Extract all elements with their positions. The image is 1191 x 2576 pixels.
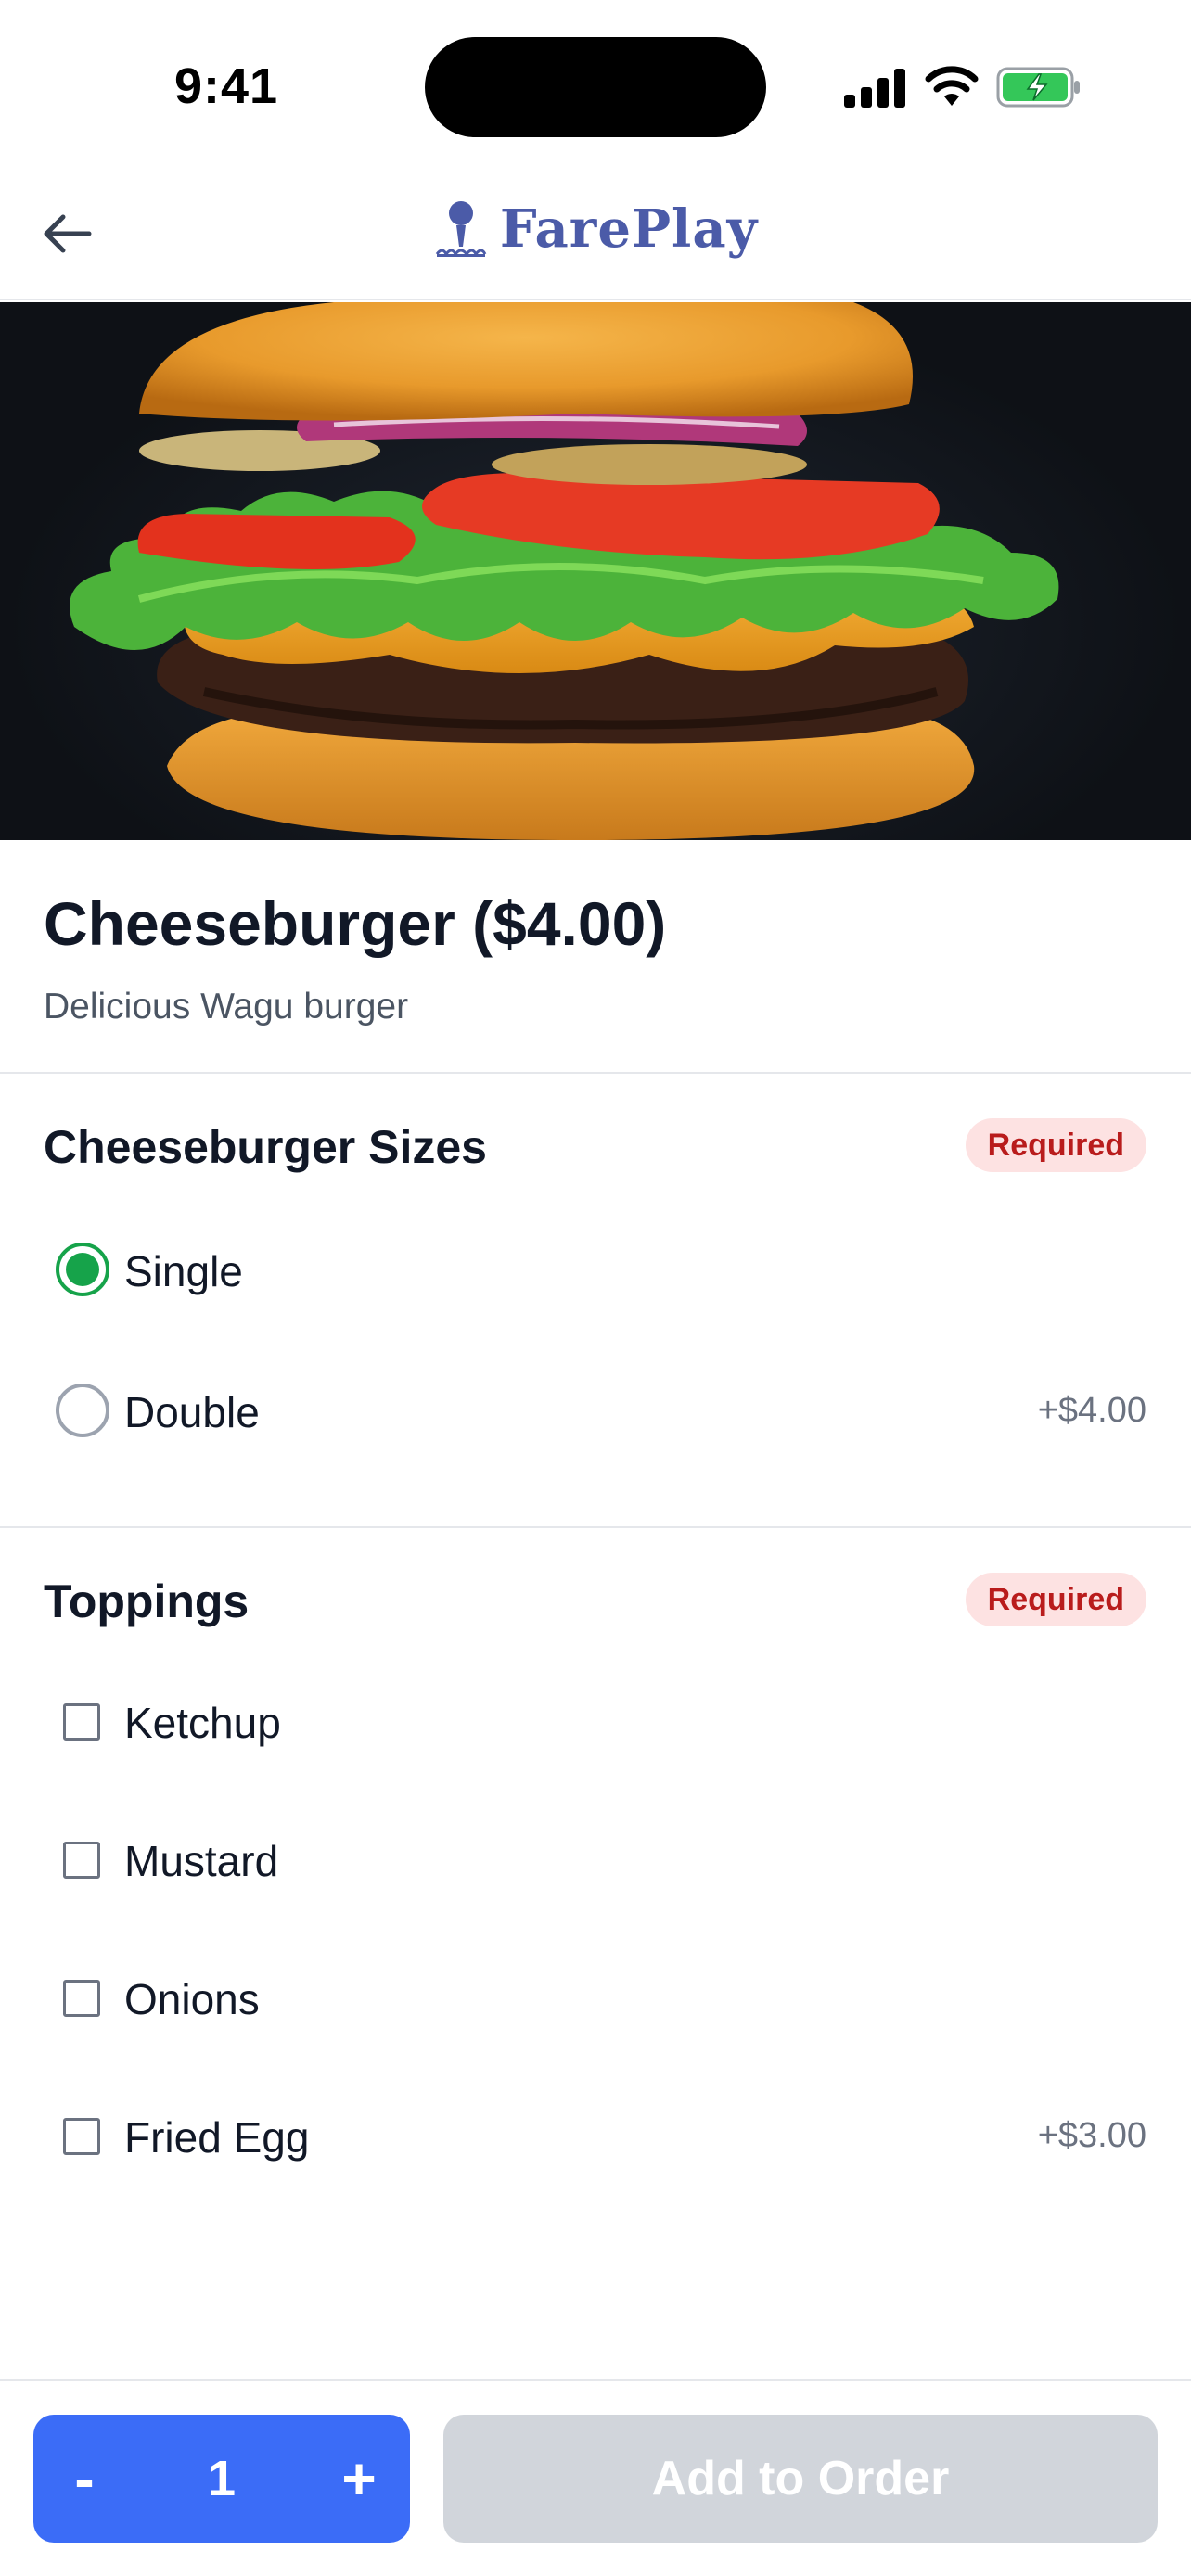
status-bar: 9:41	[0, 0, 1191, 167]
radio-button-selected[interactable]	[56, 1243, 109, 1296]
required-badge: Required	[965, 1118, 1146, 1172]
option-label: Fried Egg	[124, 2113, 310, 2162]
toppings-title: Toppings	[44, 1575, 250, 1627]
battery-charging-icon	[996, 67, 1080, 108]
app-header: FarePlay	[0, 167, 1191, 300]
brand-name: FarePlay	[499, 198, 759, 260]
product-image	[0, 302, 1191, 840]
size-option-single[interactable]: Single	[0, 1218, 1191, 1320]
option-label: Ketchup	[124, 1699, 281, 1747]
topping-option-onions[interactable]: Onions	[0, 1946, 1191, 2048]
checkbox[interactable]	[63, 1842, 100, 1879]
option-price: +$4.00	[1037, 1391, 1146, 1430]
topping-option-mustard[interactable]: Mustard	[0, 1808, 1191, 1910]
cellular-signal-icon	[844, 67, 907, 108]
bottom-action-bar: - 1 + Add to Order	[0, 2379, 1191, 2576]
cheeseburger-illustration	[70, 302, 1059, 840]
product-info: Cheeseburger ($4.00) Delicious Wagu burg…	[0, 840, 1191, 1074]
radio-button[interactable]	[56, 1384, 109, 1437]
checkbox[interactable]	[63, 1980, 100, 2017]
checkbox[interactable]	[63, 1703, 100, 1741]
product-title: Cheeseburger ($4.00)	[44, 889, 667, 958]
option-label: Onions	[124, 1975, 260, 2023]
sizes-title: Cheeseburger Sizes	[44, 1121, 487, 1173]
size-option-double[interactable]: Double +$4.00	[0, 1359, 1191, 1461]
topping-option-fried-egg[interactable]: Fried Egg +$3.00	[0, 2085, 1191, 2187]
decrease-quantity-button[interactable]: -	[33, 2415, 135, 2543]
increase-quantity-button[interactable]: +	[308, 2415, 410, 2543]
brand-logo: FarePlay	[0, 198, 1191, 260]
dynamic-island	[425, 37, 766, 137]
sizes-section: Cheeseburger Sizes Required Single Doubl…	[0, 1074, 1191, 1528]
wifi-icon	[925, 66, 979, 106]
checkbox[interactable]	[63, 2118, 100, 2155]
toppings-section: Toppings Required Ketchup Mustard Onions…	[0, 1528, 1191, 2381]
product-description: Delicious Wagu burger	[44, 987, 409, 1027]
status-time: 9:41	[174, 58, 279, 114]
option-label: Double	[124, 1388, 260, 1436]
option-price: +$3.00	[1037, 2116, 1146, 2155]
add-to-order-button[interactable]: Add to Order	[443, 2415, 1158, 2543]
option-label: Mustard	[124, 1837, 279, 1885]
quantity-stepper: - 1 +	[33, 2415, 410, 2543]
golf-ball-tee-icon	[435, 201, 487, 257]
quantity-value: 1	[207, 2451, 237, 2506]
required-badge: Required	[965, 1573, 1146, 1626]
topping-option-ketchup[interactable]: Ketchup	[0, 1670, 1191, 1772]
option-label: Single	[124, 1247, 243, 1295]
